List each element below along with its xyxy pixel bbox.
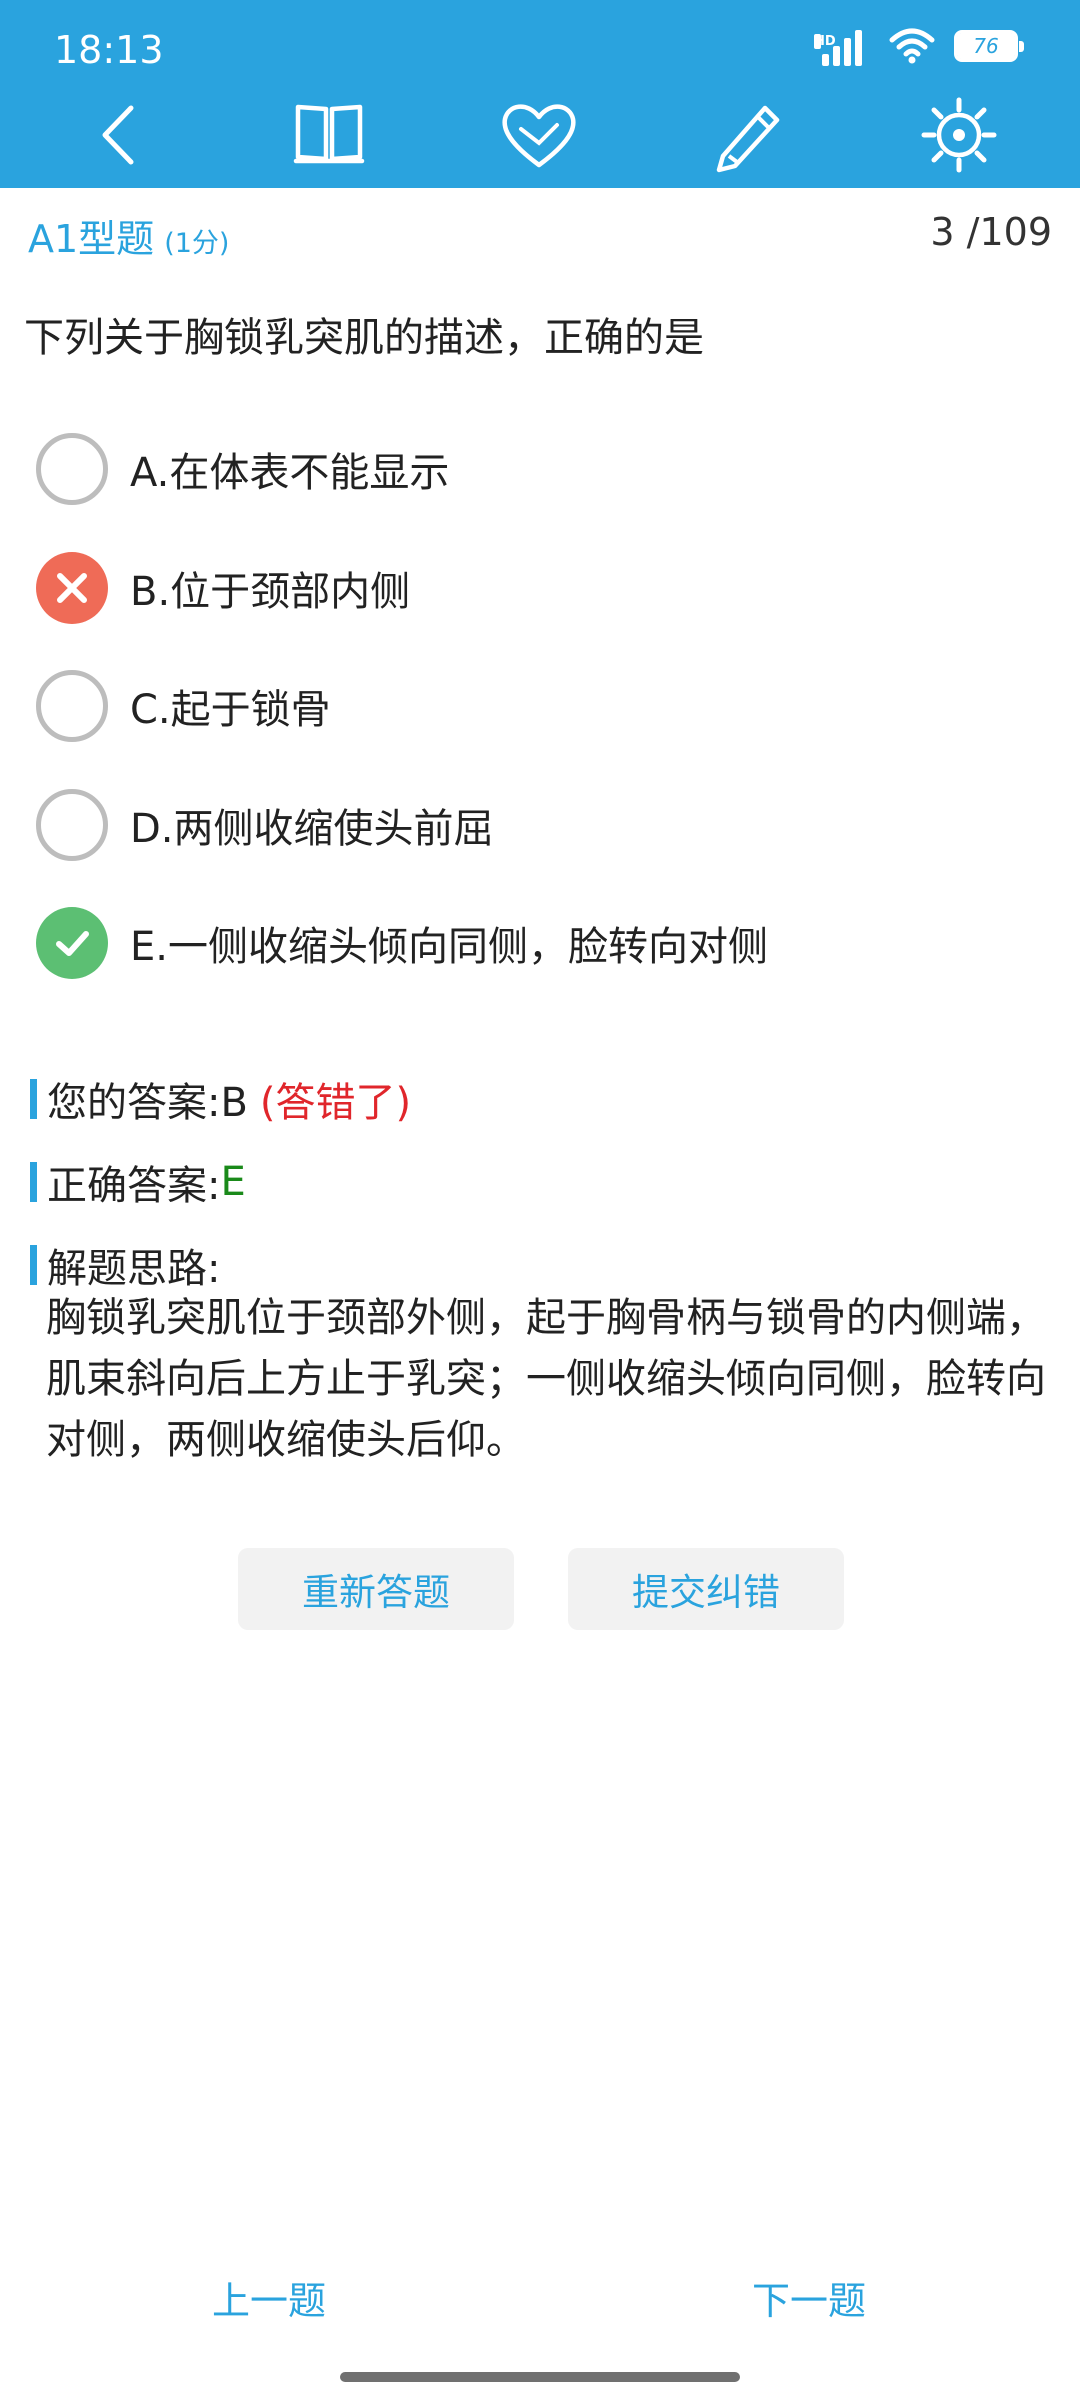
check-mark-icon [36, 907, 108, 979]
explanation-title: 解题思路: [47, 1246, 221, 1292]
correct-answer-label: 正确答案: [47, 1163, 221, 1209]
correct-answer-value: E [220, 1159, 246, 1205]
battery-icon: 76 [954, 30, 1024, 62]
question-type-label: A1型题 [28, 217, 155, 261]
wrong-mark-icon [36, 552, 108, 624]
signal-icon: HD [814, 26, 870, 66]
radio-empty-icon [36, 433, 108, 505]
your-answer: 您的答案:B (答错了) [30, 1070, 411, 1128]
back-icon[interactable] [74, 90, 164, 180]
section-marker [30, 1079, 37, 1119]
question-score: (1分) [164, 228, 230, 259]
radio-empty-icon [36, 670, 108, 742]
section-marker [30, 1162, 37, 1202]
pencil-icon[interactable] [704, 90, 794, 180]
report-error-button[interactable]: 提交纠错 [568, 1548, 844, 1630]
retry-button[interactable]: 重新答题 [238, 1548, 514, 1630]
book-icon[interactable] [284, 90, 374, 180]
option-label: D.两侧收缩使头前屈 [130, 806, 494, 852]
option-c[interactable]: C.起于锁骨 [36, 668, 331, 744]
prev-question-button[interactable]: 上一题 [212, 2270, 326, 2325]
option-a[interactable]: A.在体表不能显示 [36, 431, 449, 507]
explanation-text: 胸锁乳突肌位于颈部外侧，起于胸骨柄与锁骨的内侧端，肌束斜向后上方止于乳突；一侧收… [46, 1295, 1046, 1463]
radio-empty-icon [36, 789, 108, 861]
option-label: A.在体表不能显示 [130, 450, 450, 496]
status-icons: HD 76 [814, 26, 1024, 66]
question-type: A1型题 (1分) [28, 208, 229, 263]
question-text: 下列关于胸锁乳突肌的描述，正确的是 [24, 315, 704, 361]
option-d[interactable]: D.两侧收缩使头前屈 [36, 787, 494, 863]
top-bar: 18:13 HD 76 [0, 0, 1080, 188]
network-type: HD [814, 34, 836, 49]
option-label: C.起于锁骨 [130, 687, 331, 733]
option-e[interactable]: E.一侧收缩头倾向同侧，脸转向对侧 [36, 905, 768, 981]
explanation-header: 解题思路: [30, 1236, 220, 1294]
option-b[interactable]: B.位于颈部内侧 [36, 550, 410, 626]
section-marker [30, 1245, 37, 1285]
home-indicator[interactable] [340, 2372, 740, 2382]
option-label: E.一侧收缩头倾向同侧，脸转向对侧 [130, 924, 768, 970]
next-question-button[interactable]: 下一题 [752, 2270, 866, 2325]
battery-level: 76 [957, 33, 1015, 59]
status-time: 18:13 [54, 28, 164, 72]
answer-status: (答错了) [259, 1080, 412, 1126]
wifi-icon [889, 28, 935, 64]
question-progress: 3 /109 [930, 210, 1052, 254]
settings-icon[interactable] [914, 90, 1004, 180]
heart-icon[interactable] [494, 90, 584, 180]
toolbar [0, 80, 1080, 188]
option-label: B.位于颈部内侧 [130, 569, 411, 615]
your-answer-label: 您的答案:B [47, 1080, 248, 1126]
correct-answer: 正确答案: E [30, 1153, 246, 1211]
